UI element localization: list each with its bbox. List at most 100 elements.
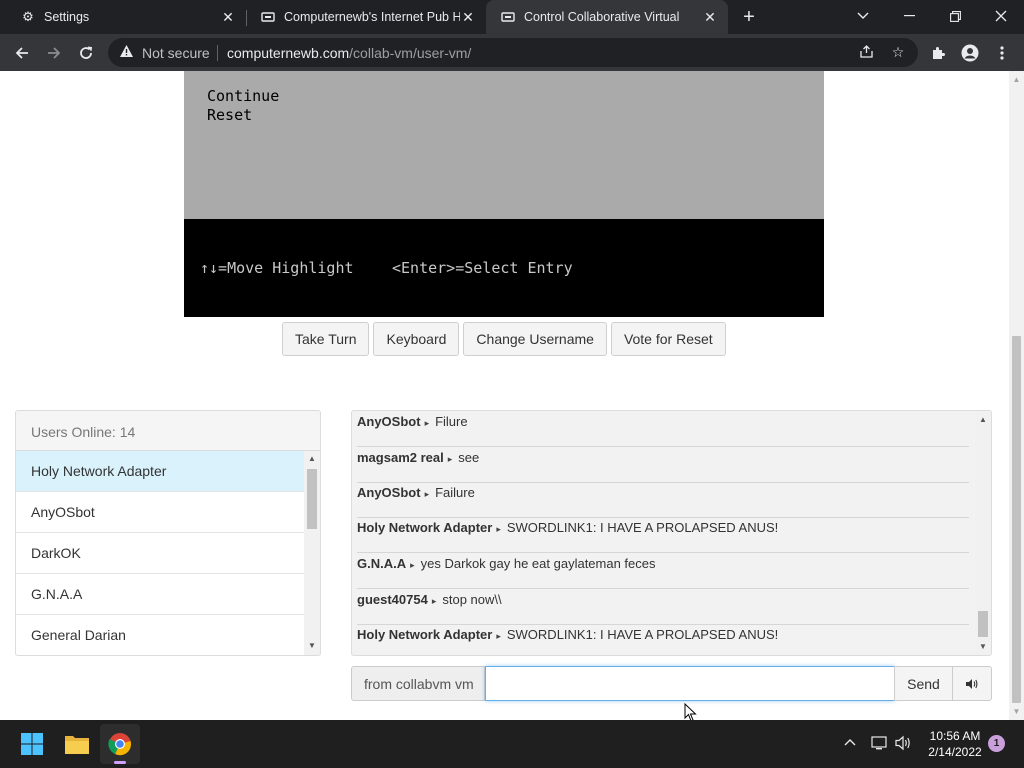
security-label[interactable]: Not secure — [142, 45, 210, 61]
chat-username[interactable]: magsam2 real — [357, 450, 444, 465]
users-online-panel: Users Online: 14 Holy Network Adapter An… — [15, 410, 321, 656]
url-path: /collab-vm/user-vm/ — [349, 45, 472, 61]
active-app-indicator — [114, 761, 126, 764]
chat-panel: AnyOSbot ▸ Filure magsam2 real ▸ see AnyOSbo… — [351, 410, 992, 656]
change-username-button[interactable]: Change Username — [463, 322, 607, 356]
chat-scroll-thumb[interactable] — [978, 611, 988, 637]
keyboard-button[interactable]: Keyboard — [373, 322, 460, 356]
user-list-item[interactable]: DarkOK — [16, 533, 304, 574]
chat-text: yes Darkok gay he eat gaylateman feces — [420, 556, 656, 571]
close-icon[interactable]: ✕ — [220, 9, 236, 25]
tab-computernewb-pub[interactable]: Computernewb's Internet Pub Ho ✕ — [246, 0, 486, 34]
gear-icon: ⚙ — [22, 9, 34, 24]
chat-scrollbar[interactable]: ▲ ▼ — [975, 411, 991, 655]
clock-time: 10:56 AM — [929, 729, 981, 743]
users-online-header: Users Online: 14 — [16, 411, 320, 451]
page-viewport: Continue Reset ↑↓=Move Highlight <Enter>… — [0, 71, 1009, 720]
chrome-app-icon[interactable] — [100, 724, 140, 764]
chat-text: stop now\\ — [442, 592, 502, 607]
windows-start-icon[interactable] — [12, 724, 52, 764]
clock-date: 2/14/2022 — [928, 745, 982, 759]
back-arrow-icon[interactable] — [9, 40, 35, 66]
tray-chevron-up-icon[interactable] — [844, 734, 856, 749]
notification-badge[interactable]: 1 — [988, 735, 1005, 752]
forward-arrow-icon[interactable] — [41, 40, 67, 66]
browser-tab-strip: ⚙ Settings ✕ Computernewb's Internet Pub… — [0, 0, 1024, 34]
chrome-menu-kebab-icon[interactable] — [989, 40, 1015, 66]
chat-from-label: from collabvm vm — [351, 666, 485, 701]
user-list-item[interactable]: G.N.A.A — [16, 574, 304, 615]
scroll-up-arrow-icon[interactable]: ▲ — [1012, 75, 1021, 84]
caret-right-icon: ▸ — [410, 560, 415, 570]
system-clock[interactable]: 10:56 AM 2/14/2022 — [920, 728, 990, 760]
tab-collabvm[interactable]: Control Collaborative Virtual ✕ — [486, 0, 728, 34]
warning-triangle-icon[interactable] — [118, 44, 134, 60]
chat-text: see — [458, 450, 480, 465]
tab-title: Settings — [44, 10, 90, 24]
chat-username[interactable]: AnyOSbot — [357, 485, 421, 500]
vm-boot-menu-area — [184, 71, 824, 219]
file-explorer-icon[interactable] — [57, 724, 97, 764]
chat-message: AnyOSbot ▸ Failure — [357, 482, 969, 518]
chat-username[interactable]: G.N.A.A — [357, 556, 406, 571]
tab-title: Control Collaborative Virtual — [524, 10, 680, 24]
vm-menu-item-reset: Reset — [207, 106, 253, 124]
sound-toggle-button[interactable] — [952, 666, 992, 701]
vm-control-buttons: Take Turn Keyboard Change Username Vote … — [282, 322, 726, 356]
users-scrollbar[interactable]: ▲ ▼ — [304, 451, 320, 655]
vote-for-reset-button[interactable]: Vote for Reset — [610, 322, 726, 356]
speaker-icon — [966, 678, 978, 689]
omnibox-divider — [217, 45, 218, 61]
profile-avatar-icon[interactable] — [957, 40, 983, 66]
url-host: computernewb.com — [227, 45, 350, 61]
chat-username[interactable]: AnyOSbot — [357, 414, 421, 429]
extensions-puzzle-icon[interactable] — [925, 40, 951, 66]
chat-username[interactable]: Holy Network Adapter — [357, 627, 492, 642]
chat-text: Failure — [435, 485, 475, 500]
chat-message: AnyOSbot ▸ Filure — [357, 411, 969, 447]
take-turn-button[interactable]: Take Turn — [282, 322, 370, 356]
chat-message: G.N.A.A ▸ yes Darkok gay he eat gaylateman… — [357, 553, 969, 589]
url-text[interactable]: computernewb.com/collab-vm/user-vm/ — [227, 45, 471, 61]
caret-right-icon: ▸ — [424, 418, 430, 428]
volume-icon[interactable] — [895, 735, 912, 754]
close-icon[interactable]: ✕ — [460, 9, 476, 25]
caret-right-icon: ▸ — [496, 631, 501, 641]
windows-taskbar: 10:56 AM 2/14/2022 1 — [0, 720, 1024, 768]
chat-text: SWORDLINK1: I HAVE A PROLAPSED ANUS! — [506, 627, 779, 642]
scroll-down-arrow-icon[interactable]: ▼ — [304, 641, 320, 650]
vm-footer-move-hint: ↑↓=Move Highlight — [200, 259, 354, 277]
users-scroll-thumb[interactable] — [307, 469, 317, 529]
share-icon[interactable] — [857, 44, 875, 62]
send-button[interactable]: Send — [894, 666, 953, 701]
reload-icon[interactable] — [73, 40, 99, 66]
close-icon[interactable]: ✕ — [702, 9, 718, 25]
bookmark-star-icon[interactable]: ☆ — [889, 44, 907, 62]
new-tab-plus-icon[interactable]: + — [738, 6, 760, 28]
page-scrollbar[interactable]: ▲ ▼ — [1009, 71, 1024, 720]
mouse-cursor-icon — [684, 703, 697, 720]
restore-icon[interactable] — [932, 0, 978, 32]
user-list-item[interactable]: General Darian — [16, 615, 304, 655]
tab-settings[interactable]: ⚙ Settings ✕ — [6, 0, 246, 34]
network-icon[interactable] — [871, 735, 887, 754]
chat-username[interactable]: guest40754 — [357, 592, 428, 607]
user-list-item[interactable]: AnyOSbot — [16, 492, 304, 533]
browser-toolbar: Not secure computernewb.com/collab-vm/us… — [0, 34, 1024, 71]
site-icon — [500, 9, 516, 25]
tab-search-chevron-icon[interactable] — [840, 0, 886, 32]
scroll-down-arrow-icon[interactable]: ▼ — [975, 642, 991, 651]
page-scroll-thumb[interactable] — [1012, 336, 1021, 703]
scroll-up-arrow-icon[interactable]: ▲ — [975, 415, 991, 424]
chat-username[interactable]: Holy Network Adapter — [357, 520, 492, 535]
scroll-down-arrow-icon[interactable]: ▼ — [1012, 707, 1021, 716]
vm-display[interactable]: Continue Reset ↑↓=Move Highlight <Enter>… — [184, 71, 824, 317]
address-bar[interactable]: Not secure computernewb.com/collab-vm/us… — [108, 38, 918, 67]
minimize-icon[interactable] — [886, 0, 932, 32]
close-window-icon[interactable] — [978, 0, 1024, 32]
caret-right-icon: ▸ — [431, 596, 437, 606]
scroll-up-arrow-icon[interactable]: ▲ — [304, 454, 320, 463]
chat-message: guest40754 ▸ stop now\\ — [357, 589, 969, 625]
chat-message-input[interactable] — [485, 666, 895, 701]
user-list-item[interactable]: Holy Network Adapter — [16, 451, 304, 492]
